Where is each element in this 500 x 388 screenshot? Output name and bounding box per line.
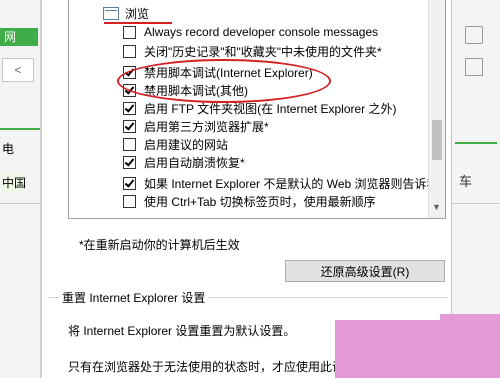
setting-item[interactable]: 如果 Internet Explorer 不是默认的 Web 浏览器则告诉我 (123, 174, 439, 192)
background-text: 车 (459, 174, 473, 189)
setting-item[interactable]: 启用自动崩溃恢复* (123, 153, 245, 171)
checkbox[interactable] (123, 194, 136, 208)
setting-item[interactable]: 启用建议的网站 (123, 135, 228, 153)
decorative-overlay-part (440, 314, 500, 322)
reset-note: 只有在浏览器处于无法使用的状态时，才应使用此设置。 (68, 360, 369, 374)
setting-label: 使用 Ctrl+Tab 切换标签页时，使用最新顺序 (144, 194, 376, 209)
setting-item[interactable]: Always record developer console messages (123, 23, 378, 41)
setting-label: 如果 Internet Explorer 不是默认的 Web 浏览器则告诉我 (144, 176, 439, 191)
divider (451, 203, 500, 204)
advanced-settings-list[interactable]: 浏览 Always record developer console messa… (68, 0, 446, 219)
annotation-highlight-oval (117, 59, 331, 103)
checkbox[interactable] (123, 137, 136, 151)
setting-label: 启用第三方浏览器扩展* (144, 119, 269, 134)
category-row: 浏览 (103, 4, 149, 22)
setting-label: 启用建议的网站 (144, 137, 229, 152)
setting-item[interactable]: 启用第三方浏览器扩展* (123, 117, 269, 135)
window-icon[interactable] (465, 26, 483, 44)
divider (0, 128, 40, 130)
checkbox[interactable] (123, 101, 136, 115)
group-title: 重置 Internet Explorer 设置 (59, 289, 209, 306)
setting-label: 启用 FTP 文件夹视图(在 Internet Explorer 之外) (144, 101, 397, 116)
setting-item[interactable]: 关闭"历史记录"和"收藏夹"中未使用的文件夹* (123, 42, 382, 60)
reset-description: 将 Internet Explorer 设置重置为默认设置。 (68, 324, 296, 338)
scroll-down-arrow-icon[interactable]: ▼ (432, 202, 441, 212)
scroll-thumb[interactable] (432, 120, 442, 160)
checkbox[interactable] (123, 25, 136, 39)
browsing-folder-icon (103, 6, 119, 20)
category-label: 浏览 (125, 6, 150, 21)
checkbox[interactable] (123, 119, 136, 133)
setting-item[interactable]: 使用 Ctrl+Tab 切换标签页时，使用最新顺序 (123, 192, 376, 210)
background-text: 中国 (2, 173, 27, 192)
restart-note: *在重新启动你的计算机后生效 (79, 238, 240, 252)
background-text: 电 (2, 142, 15, 156)
checkbox[interactable] (123, 44, 136, 58)
decorative-overlay (335, 314, 500, 378)
back-button[interactable]: < (2, 58, 34, 82)
restore-advanced-settings-button[interactable]: 还原高级设置(R) (285, 260, 445, 282)
setting-label: 关闭"历史记录"和"收藏夹"中未使用的文件夹* (144, 44, 382, 59)
setting-label: Always record developer console messages (144, 25, 379, 39)
vertical-scrollbar[interactable]: ▼ (428, 0, 445, 218)
checkbox[interactable] (123, 155, 136, 169)
window-icon[interactable] (465, 58, 483, 76)
browser-tab[interactable]: 网 (0, 28, 38, 46)
background-browser-left: 网 < 电 中国 (0, 0, 41, 378)
divider (0, 203, 40, 204)
checkbox[interactable] (123, 176, 136, 190)
setting-label: 启用自动崩溃恢复* (144, 155, 245, 170)
divider (455, 142, 497, 144)
